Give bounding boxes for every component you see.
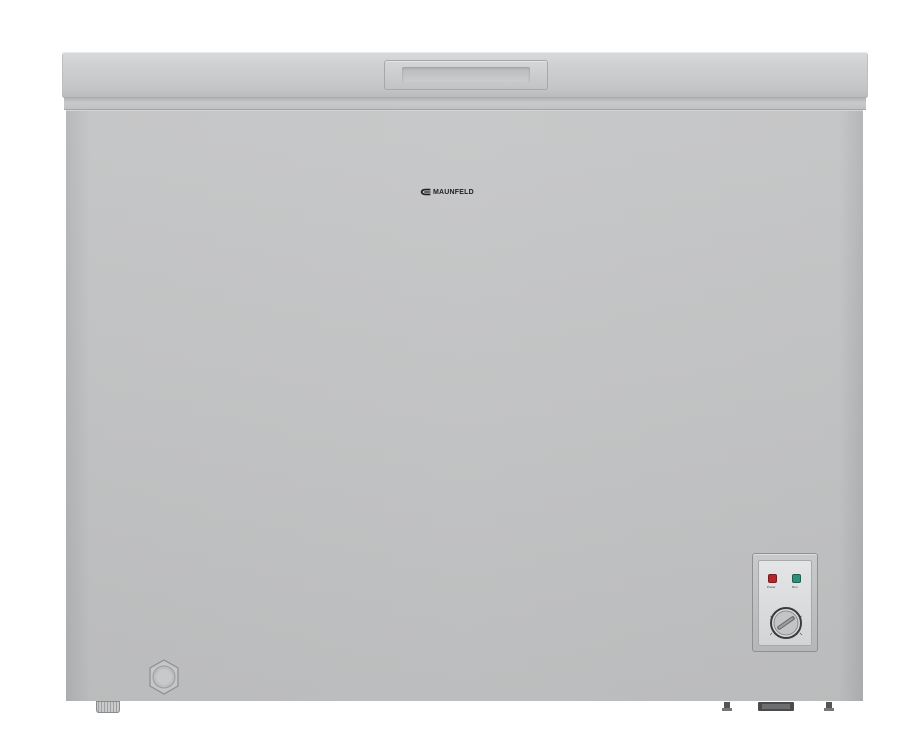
power-indicator-led [769, 575, 776, 582]
thermostat-knob[interactable] [766, 603, 806, 643]
brand-logo: MAUNFELD [420, 186, 474, 198]
caster-icon [722, 702, 834, 711]
run-led-label: Run [792, 585, 798, 589]
lid-handle-grip [402, 67, 530, 83]
drain-plug [145, 658, 183, 696]
right-caster-assembly [722, 701, 837, 713]
product-photo: MAUNFELD Power Run [0, 0, 919, 755]
freezer-body [66, 110, 863, 701]
drain-plug-icon [149, 659, 179, 695]
run-indicator-led [793, 575, 800, 582]
maunfeld-logo-icon [420, 188, 431, 196]
lid-seam [64, 98, 866, 110]
thermostat-knob-icon [769, 607, 803, 639]
brand-name: MAUNFELD [433, 188, 474, 196]
left-foot [96, 701, 120, 713]
power-led-label: Power [767, 585, 776, 589]
